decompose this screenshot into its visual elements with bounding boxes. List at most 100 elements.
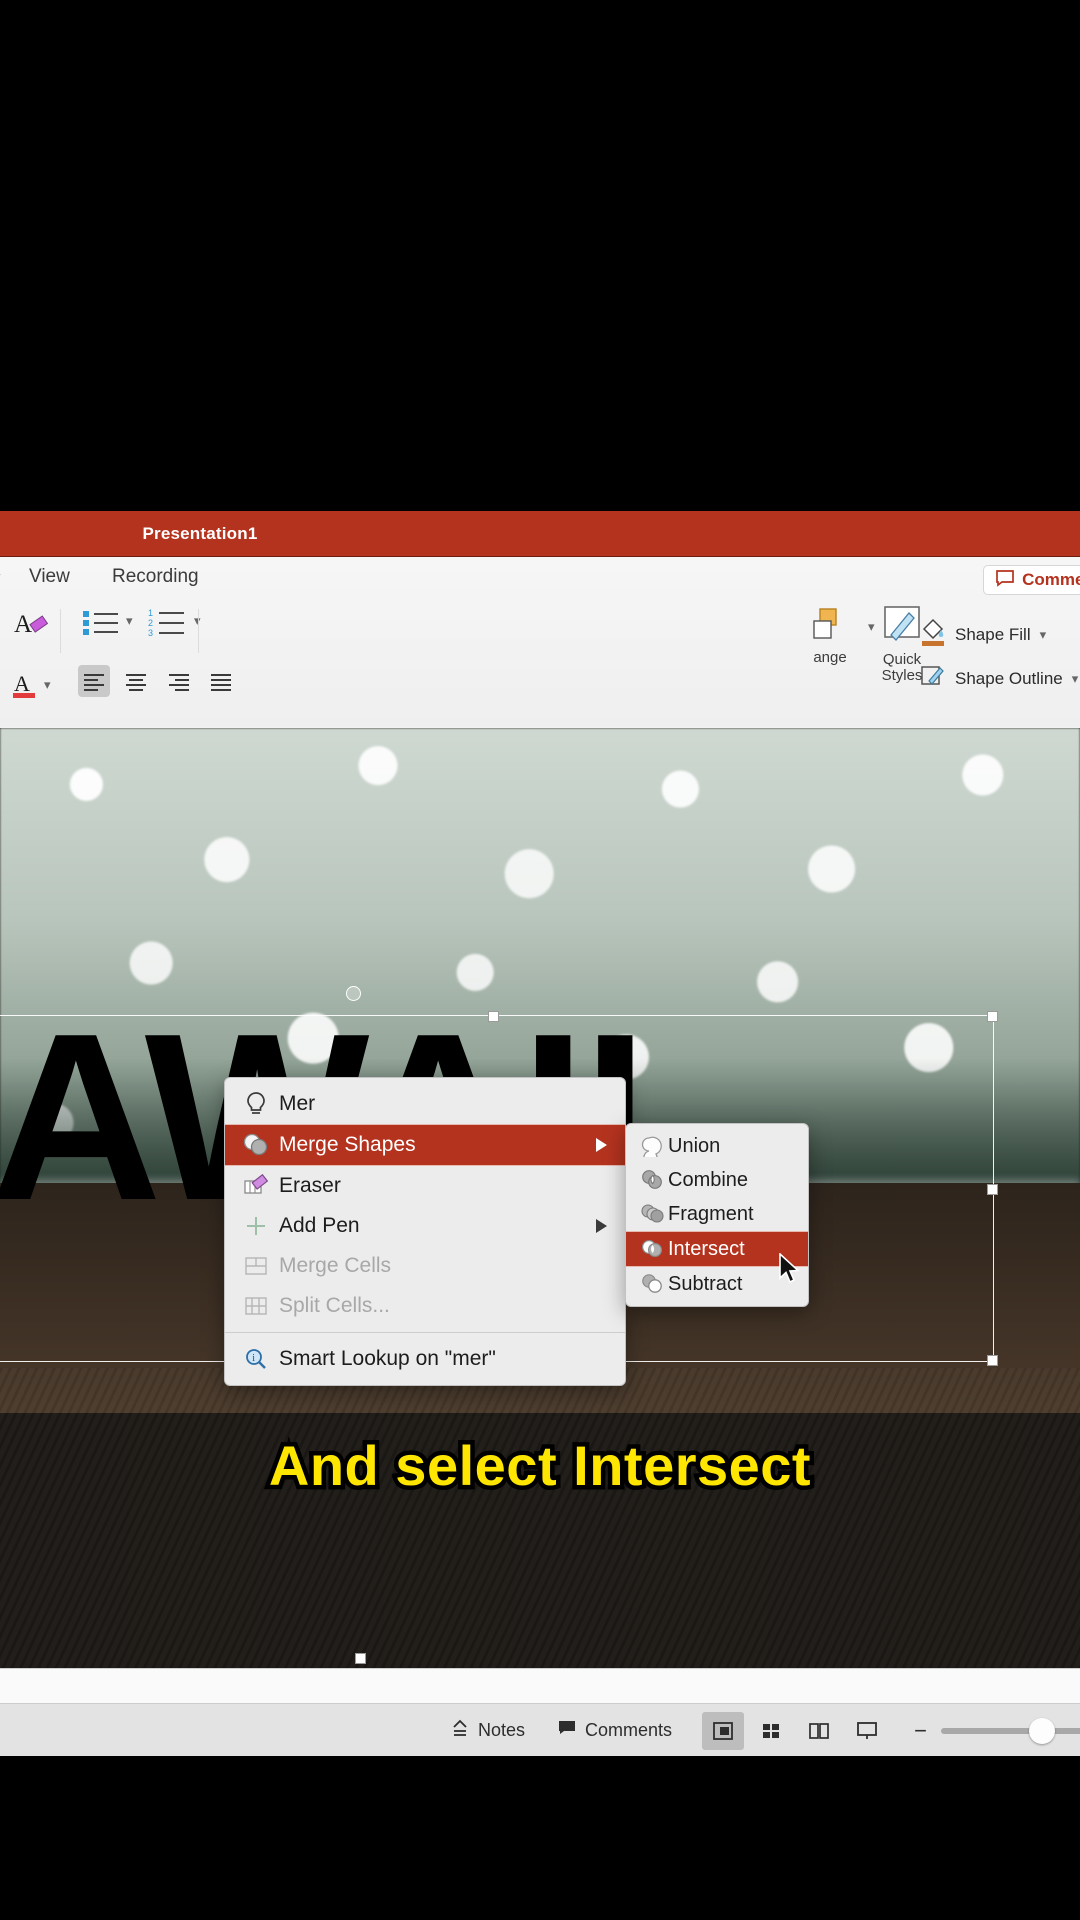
video-caption: And select Intersect [264,1430,815,1502]
menu-item-add-pen[interactable]: Add Pen [225,1206,625,1246]
submenu-arrow-icon [596,1138,607,1152]
align-center-button[interactable] [120,665,152,697]
menu-item-merge-shapes[interactable]: Merge Shapes [225,1124,625,1166]
union-icon [638,1135,668,1157]
title-bar: Presentation1 [0,511,1080,557]
menu-item-merge-shapes-label: Merge Shapes [279,1133,416,1156]
menu-item-mer[interactable]: Mer [225,1084,625,1124]
window-title: Presentation1 [142,524,258,543]
zoom-out-button[interactable]: − [914,1718,927,1744]
shape-fill-button[interactable]: Shape Fill ▾ [920,617,1046,652]
shape-outline-icon [920,663,946,694]
status-bar: Notes Comments − [0,1703,1080,1756]
submenu-item-combine[interactable]: Combine [626,1163,808,1197]
ribbon-overflow-chevron-icon[interactable]: ▾ [0,557,1,597]
font-color-icon[interactable]: A ▾ [12,669,51,706]
submenu-item-subtract-label: Subtract [668,1272,743,1295]
powerpoint-window: Presentation1 ▾ View Recording Comments [0,511,1080,1756]
menu-item-merge-cells-label: Merge Cells [279,1254,392,1277]
bulleted-list-button[interactable]: ▾ [82,607,133,642]
comment-icon [557,1719,577,1742]
menu-item-split-cells-label: Split Cells... [279,1294,390,1317]
rotate-handle[interactable] [346,986,361,1001]
submenu-item-fragment-label: Fragment [668,1202,754,1225]
view-switch-group [702,1711,888,1750]
text-effects-icon[interactable]: A [14,607,54,646]
zoom-control: − + [914,1715,1080,1746]
mouse-cursor [778,1252,802,1292]
svg-text:A: A [14,611,32,638]
sand-texture [0,1368,1080,1668]
tab-recording[interactable]: Recording [112,557,199,597]
align-right-button[interactable] [163,665,195,697]
notes-button[interactable]: Notes [450,1718,525,1743]
arrange-button-label: ange [813,649,847,666]
menu-item-mer-label: Mer [279,1092,316,1115]
ribbon-separator [60,609,61,653]
lightbulb-icon [239,1091,273,1117]
align-left-button[interactable] [78,665,110,697]
ribbon: ▾ View Recording Comments A [0,557,1080,727]
zoom-slider-knob[interactable] [1028,1717,1055,1744]
font-color-chevron-down-icon[interactable]: ▾ [44,677,51,693]
resize-handle-middle-right[interactable] [987,1184,998,1195]
arrange-button[interactable]: ange [795,605,865,666]
shape-fill-label: Shape Fill [955,624,1031,644]
svg-text:3: 3 [148,628,153,637]
context-menu: Mer Merge Shapes Eraser Add Pen Merge Ce… [224,1077,626,1386]
menu-item-smart-lookup-label: Smart Lookup on "mer" [279,1347,496,1370]
shape-outline-chevron-down-icon[interactable]: ▾ [1072,671,1079,687]
svg-text:i: i [252,1353,255,1364]
comments-button-label: Comments [1022,570,1080,589]
submenu-item-intersect-label: Intersect [668,1237,745,1260]
status-comments-button[interactable]: Comments [557,1719,672,1742]
intersect-icon [638,1238,668,1260]
svg-text:2: 2 [148,618,153,628]
shape-outline-label: Shape Outline [955,668,1063,688]
resize-handle-top-right[interactable] [987,1011,998,1022]
fragment-icon [638,1203,668,1225]
merge-cells-icon [239,1255,273,1277]
merge-shapes-icon [239,1133,273,1157]
submenu-arrow-icon [596,1219,607,1233]
align-justify-button[interactable] [205,665,237,697]
tab-view[interactable]: View [29,557,70,597]
shape-fill-icon [920,617,946,652]
notes-icon [450,1718,470,1743]
reading-view-button[interactable] [798,1712,840,1750]
placeholder-bottom-handle[interactable] [355,1653,366,1664]
shape-outline-button[interactable]: Shape Outline ▾ [920,663,1078,694]
svg-text:A: A [14,671,30,696]
smart-lookup-icon: i [239,1347,273,1371]
ribbon-tab-row: ▾ View Recording Comments [0,557,1080,597]
menu-item-eraser[interactable]: Eraser [225,1166,625,1206]
shape-fill-chevron-down-icon[interactable]: ▾ [1040,627,1047,643]
menu-item-smart-lookup[interactable]: i Smart Lookup on "mer" [225,1339,625,1379]
submenu-item-union[interactable]: Union [626,1129,808,1163]
slide-sorter-view-button[interactable] [750,1712,792,1750]
submenu-item-combine-label: Combine [668,1168,749,1191]
comment-bubble-icon [995,569,1015,592]
split-cells-icon [239,1295,273,1317]
normal-view-button[interactable] [702,1711,745,1750]
submenu-item-fragment[interactable]: Fragment [626,1197,808,1231]
zoom-slider[interactable] [940,1717,1080,1744]
menu-item-eraser-label: Eraser [279,1174,341,1197]
resize-handle-top-center[interactable] [488,1011,499,1022]
combine-icon [638,1169,668,1191]
slideshow-view-button[interactable] [846,1712,888,1750]
notes-label: Notes [478,1720,526,1740]
menu-item-merge-cells: Merge Cells [225,1246,625,1286]
menu-item-add-pen-label: Add Pen [279,1214,360,1237]
bulleted-list-chevron-down-icon[interactable]: ▾ [126,613,133,629]
plus-icon [239,1214,273,1238]
ribbon-separator [198,609,199,653]
status-comments-label: Comments [585,1720,673,1740]
comments-button[interactable]: Comments [983,565,1080,595]
svg-text:1: 1 [148,608,153,618]
submenu-item-union-label: Union [668,1134,721,1157]
menu-item-split-cells: Split Cells... [225,1286,625,1326]
menu-divider [225,1332,625,1333]
resize-handle-bottom-right[interactable] [987,1355,998,1366]
numbered-list-button[interactable]: 123 ▾ [148,607,201,642]
